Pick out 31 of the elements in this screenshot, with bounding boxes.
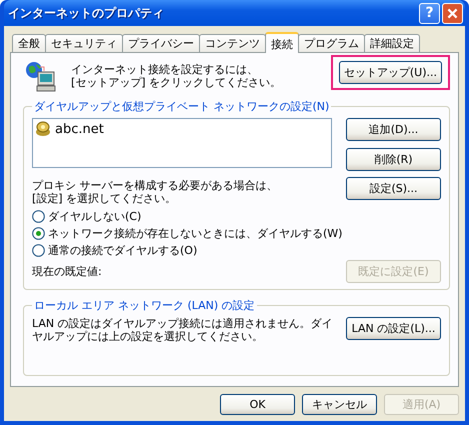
- connection-list[interactable]: abc.net: [32, 118, 332, 168]
- section-title: ダイヤルアップと仮想プライベート ネットワークの設定(N): [33, 99, 330, 114]
- tab[interactable]: プログラム: [298, 34, 365, 52]
- proxy-instructions: プロキシ サーバーを構成する必要がある場合は、 [設定] を選択してください。: [32, 179, 278, 205]
- close-icon[interactable]: [442, 2, 463, 24]
- radio-button[interactable]: [32, 210, 45, 223]
- remove-button[interactable]: 削除(R): [346, 148, 441, 171]
- radio-option[interactable]: ダイヤルしない(C): [32, 209, 441, 224]
- tab[interactable]: 全般: [12, 34, 46, 52]
- globe-computer-icon: [25, 61, 57, 93]
- default-label: 現在の既定値:: [32, 264, 102, 279]
- lan-settings-button[interactable]: LAN の設定(L)...: [346, 317, 441, 340]
- radio-button[interactable]: [32, 244, 45, 257]
- radio-button[interactable]: [32, 227, 45, 240]
- radio-option[interactable]: 通常の接続でダイヤルする(O): [32, 243, 441, 258]
- tab[interactable]: 詳細設定: [364, 34, 420, 52]
- tab[interactable]: セキュリティ: [45, 34, 123, 52]
- dialog-button[interactable]: OK: [220, 394, 295, 415]
- tab[interactable]: コンテンツ: [199, 34, 266, 52]
- settings-button[interactable]: 設定(S)...: [346, 177, 441, 200]
- section-title: ローカル エリア ネットワーク (LAN) の設定: [33, 298, 256, 313]
- setup-button[interactable]: セットアップ(U)...: [338, 61, 442, 84]
- tab[interactable]: プライバシー: [122, 34, 200, 52]
- setup-instructions: インターネット接続を設定するには、 [セットアップ] をクリックしてください。: [71, 63, 282, 89]
- connection-item[interactable]: abc.net: [35, 121, 329, 137]
- lan-description: LAN の設定はダイヤルアップ接続には適用されません。ダイヤルアップには上の設定を選択してください。: [32, 317, 334, 345]
- window-title: インターネットのプロパティ: [8, 4, 165, 22]
- dialog-button[interactable]: キャンセル: [302, 394, 377, 415]
- add-button[interactable]: 追加(D)...: [346, 118, 441, 141]
- radio-option[interactable]: ネットワーク接続が存在しないときには、ダイヤルする(W): [32, 226, 441, 241]
- tab[interactable]: 接続: [265, 32, 299, 53]
